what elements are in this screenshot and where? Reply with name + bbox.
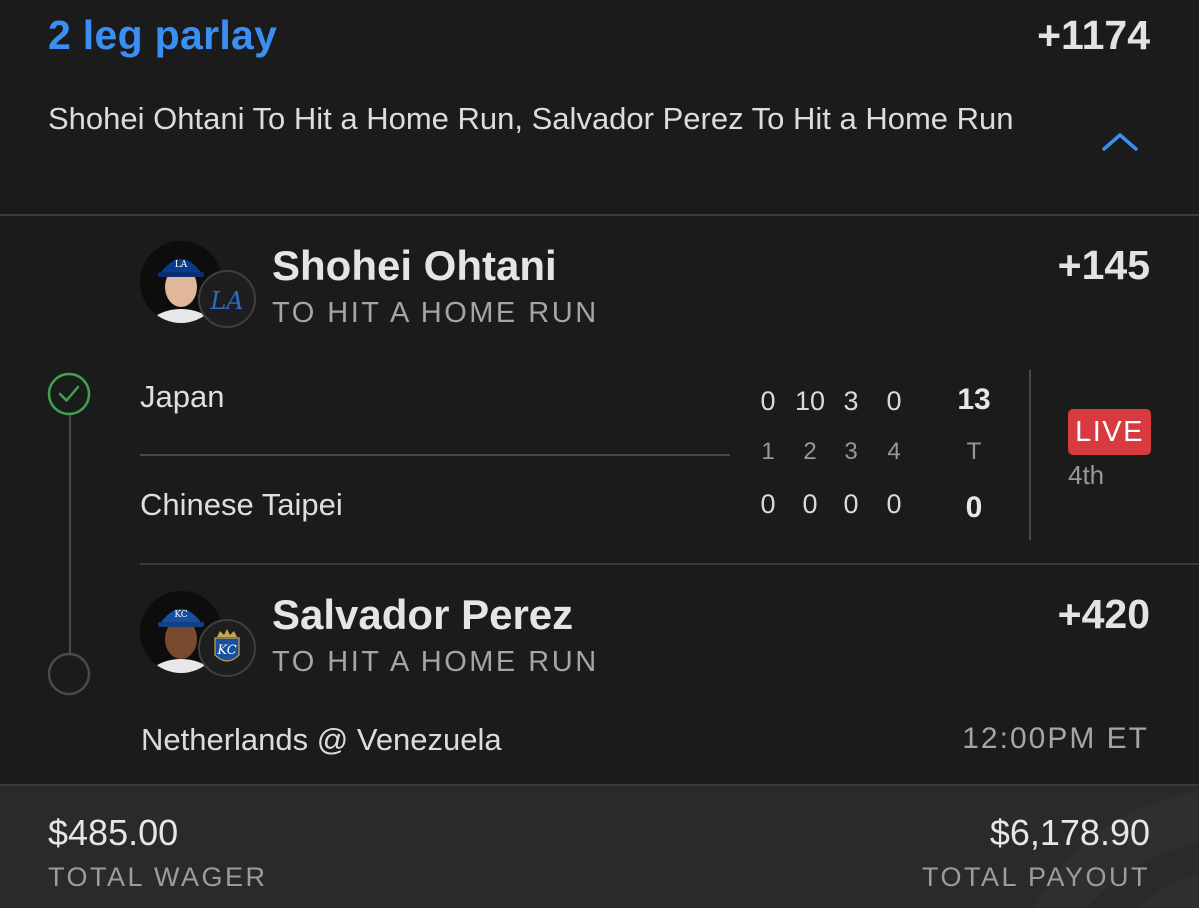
collapse-button[interactable] (1098, 127, 1142, 157)
total-label: T (966, 438, 982, 465)
market-label: TO HIT A HOME RUN (272, 646, 599, 678)
game-matchup: Netherlands @ Venezuela (141, 722, 502, 757)
live-badge: LIVE (1068, 409, 1151, 455)
total-payout-amount: $6,178.90 (989, 812, 1150, 853)
scoreboard-divider (1029, 370, 1031, 540)
total-wager-amount: $485.00 (48, 812, 179, 853)
market-label: TO HIT A HOME RUN (272, 297, 599, 329)
away-inning-score: 0 (843, 489, 859, 519)
team-logo-text: KC (216, 643, 236, 658)
bet-footer: $485.00 TOTAL WAGER $6,178.90 TOTAL PAYO… (0, 784, 1199, 908)
away-inning-score: 0 (760, 489, 776, 519)
game-time: 12:00PM ET (962, 722, 1149, 755)
check-circle-icon (47, 372, 91, 416)
leg-divider (140, 563, 1199, 565)
leg-odds: +420 (1057, 591, 1150, 637)
home-inning-score: 0 (886, 386, 902, 416)
score-divider (140, 454, 730, 456)
away-total: 0 (965, 491, 983, 524)
svg-text:LA: LA (175, 260, 188, 270)
game-period: 4th (1068, 460, 1105, 490)
total-wager-label: TOTAL WAGER (48, 862, 268, 892)
parlay-title: 2 leg parlay (48, 12, 278, 58)
away-inning-score: 0 (802, 489, 818, 519)
cap-logo-text: KC (174, 610, 187, 620)
away-inning-score: 0 (886, 489, 902, 519)
home-inning-score: 0 (760, 386, 776, 416)
inning-label: 2 (803, 438, 817, 465)
away-team: Chinese Taipei (140, 487, 343, 522)
parlay-description: Shohei Ohtani To Hit a Home Run, Salvado… (48, 101, 1014, 136)
total-payout-label: TOTAL PAYOUT (921, 862, 1150, 892)
team-logo-text: LA (209, 287, 243, 315)
inning-label: 4 (887, 438, 901, 465)
pending-circle-icon (47, 652, 91, 696)
home-inning-score: 10 (794, 386, 826, 416)
inning-label: 3 (844, 438, 858, 465)
chevron-up-icon (1102, 133, 1138, 151)
home-total: 13 (957, 383, 991, 416)
team-logo-royals: KC (198, 619, 256, 677)
inning-label: 1 (761, 438, 775, 465)
home-inning-score: 3 (843, 386, 859, 416)
player-name: Shohei Ohtani (272, 242, 557, 289)
player-name: Salvador Perez (272, 591, 574, 638)
header-divider (0, 214, 1199, 216)
home-team: Japan (140, 379, 225, 414)
team-logo-dodgers: LA (198, 270, 256, 328)
leg-odds: +145 (1057, 242, 1150, 288)
timeline-line (69, 414, 71, 654)
parlay-odds: +1174 (1037, 12, 1150, 58)
